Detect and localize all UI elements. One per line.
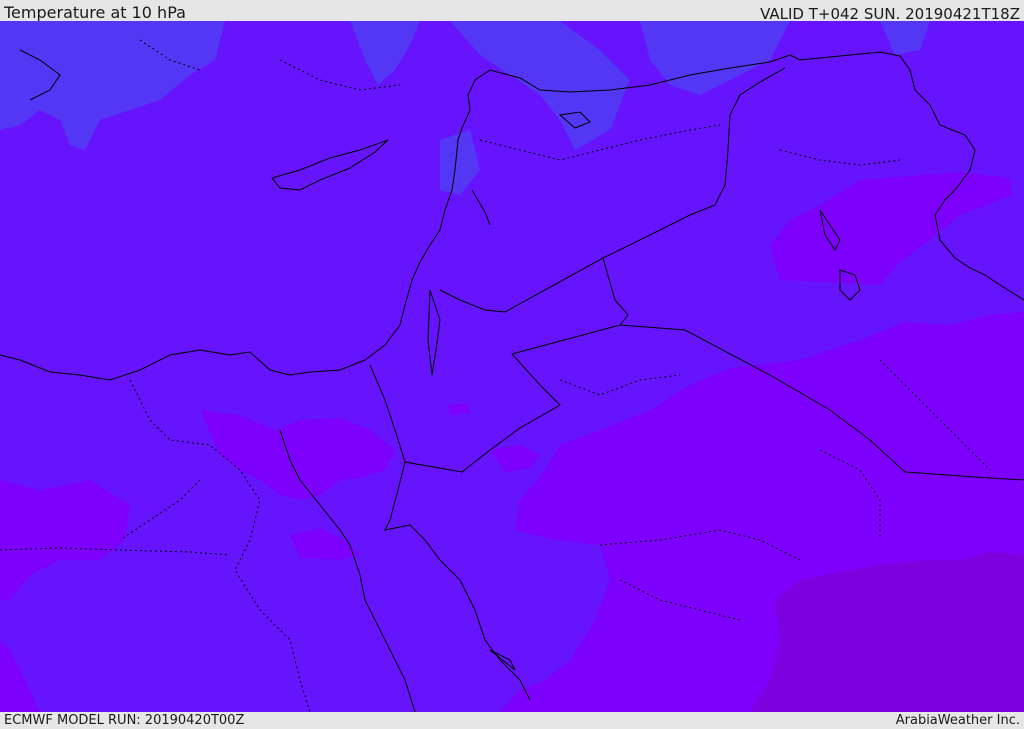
credit-label: ArabiaWeather Inc.: [895, 713, 1020, 728]
map-canvas: [0, 21, 1024, 712]
temperature-map: [0, 21, 1024, 712]
map-footer: ECMWF MODEL RUN: 20190420T00Z ArabiaWeat…: [0, 712, 1024, 729]
map-title: Temperature at 10 hPa: [4, 3, 186, 22]
model-run-label: ECMWF MODEL RUN: 20190420T00Z: [4, 713, 245, 728]
valid-time: VALID T+042 SUN. 20190421T18Z: [760, 5, 1020, 23]
map-header: Temperature at 10 hPa VALID T+042 SUN. 2…: [0, 0, 1024, 23]
